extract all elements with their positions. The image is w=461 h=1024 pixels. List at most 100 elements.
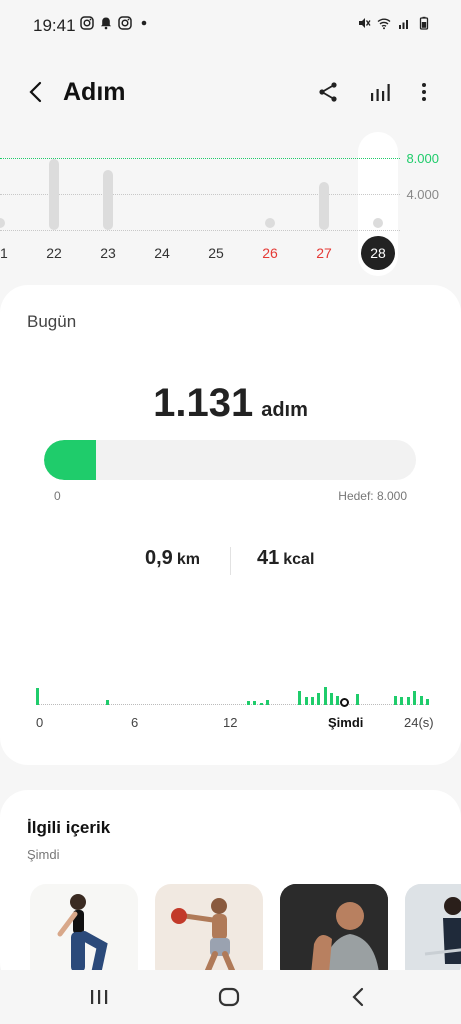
kettlebell-workout-photo[interactable] [155, 884, 263, 984]
week-day-bar [319, 182, 329, 230]
week-day-dot [265, 218, 275, 228]
app-bar: Adım [0, 62, 461, 122]
week-day-label: 22 [46, 245, 62, 261]
week-day-bar [103, 170, 113, 230]
hourly-bar [266, 700, 269, 705]
hourly-bar [253, 701, 256, 705]
hourly-bar [356, 694, 359, 705]
now-marker [340, 698, 349, 707]
week-day-label: 23 [100, 245, 116, 261]
back-button[interactable] [20, 76, 52, 108]
bar-chart-icon [371, 84, 390, 101]
calories-value: 41 [257, 547, 280, 569]
progress-goal-label: Hedef: 8.000 [338, 489, 407, 503]
hourly-bar [298, 691, 301, 705]
week-day-label: 24 [154, 245, 170, 261]
calories-unit: kcal [283, 551, 315, 568]
gym-athlete-photo[interactable] [280, 884, 388, 984]
week-day-label: 26 [262, 245, 278, 261]
nav-back-button[interactable] [343, 984, 373, 1010]
steps-summary: 1.131 adım [0, 381, 461, 426]
hour-label-6: 6 [131, 715, 139, 730]
dot-icon [141, 20, 147, 26]
hourly-bar [260, 703, 263, 705]
hourly-bar [36, 688, 39, 705]
hourly-bar [324, 687, 327, 705]
statistics-button[interactable] [364, 76, 396, 108]
hourly-bar [247, 701, 250, 705]
back-icon [352, 987, 364, 1007]
stats-row: 0,9 km 41 kcal [0, 547, 461, 577]
instagram-icon [118, 16, 132, 30]
week-day-24[interactable]: 24 [142, 130, 182, 270]
hourly-bar [330, 693, 333, 705]
hour-label-0: 0 [36, 715, 44, 730]
signal-icon [399, 20, 408, 29]
hour-label-12: 12 [223, 715, 238, 730]
home-icon [218, 987, 240, 1007]
hourly-bar [400, 697, 403, 705]
hour-label-24: 24(s) [404, 715, 434, 730]
hourly-bar [311, 697, 314, 705]
hourly-bar [394, 696, 397, 705]
distance-stat: 0,9 km [145, 547, 200, 570]
jogging-woman-photo[interactable] [405, 884, 461, 984]
steps-unit: adım [261, 399, 308, 421]
hourly-bar [420, 696, 423, 705]
status-time: 19:41 [33, 16, 76, 35]
hourly-bar [426, 699, 429, 705]
system-nav-bar [0, 970, 461, 1024]
week-day-22[interactable]: 22 [34, 130, 74, 270]
hourly-bar [317, 693, 320, 705]
share-icon [319, 82, 337, 102]
hourly-bar [413, 691, 416, 705]
week-day-23[interactable]: 23 [88, 130, 128, 270]
week-day-dot [373, 218, 383, 228]
week-day-26[interactable]: 26 [250, 130, 290, 270]
distance-unit: km [176, 551, 200, 568]
share-button[interactable] [312, 76, 344, 108]
axis-label-mid: 4.000 [406, 187, 439, 202]
page-title: Adım [63, 78, 126, 106]
distance-value: 0,9 [145, 547, 173, 569]
axis-label-goal: 8.000 [406, 151, 439, 166]
hourly-bar [106, 700, 109, 705]
today-card[interactable]: Bugün 1.131 adım 0 Hedef: 8.000 0,9 km 41 k… [0, 285, 461, 765]
related-subtitle: Şimdi [27, 847, 60, 862]
week-day-21[interactable]: 21 [0, 130, 20, 270]
progress-fill [44, 440, 97, 480]
stat-divider [230, 547, 231, 575]
hourly-bar [407, 697, 410, 705]
week-day-label: 25 [208, 245, 224, 261]
today-label: Bugün [27, 312, 77, 331]
mute-icon [359, 18, 371, 28]
progress-min-label: 0 [54, 489, 61, 503]
selected-day-badge[interactable]: 28 [361, 236, 395, 270]
week-day-27[interactable]: 27 [304, 130, 344, 270]
week-day-25[interactable]: 25 [196, 130, 236, 270]
hourly-bar [305, 697, 308, 705]
steps-value: 1.131 [153, 381, 254, 425]
week-day-dot [0, 218, 5, 228]
instagram-icon [80, 16, 94, 30]
status-bar: 19:41 [0, 0, 461, 50]
hour-label-now: Şimdi [328, 715, 364, 730]
week-day-label: 27 [316, 245, 332, 261]
progress-bar [44, 440, 416, 480]
more-icon [422, 83, 426, 101]
recents-icon [91, 990, 108, 1004]
hourly-baseline [36, 704, 428, 705]
calories-stat: 41 kcal [257, 547, 314, 570]
home-button[interactable] [214, 984, 244, 1010]
related-title: İlgili içerik [27, 818, 111, 837]
hourly-bar [336, 696, 339, 705]
hourly-steps-chart: 0 6 12 Şimdi 24(s) [0, 675, 461, 735]
more-options-button[interactable] [408, 76, 440, 108]
week-day-label: 21 [0, 245, 8, 261]
yoga-stretch-photo[interactable] [30, 884, 138, 984]
chevron-left-icon [29, 81, 42, 103]
battery-icon [419, 16, 429, 30]
selected-day-label: 28 [370, 245, 386, 261]
weekly-steps-chart: 8.000 4.000 21 22 23 24 25 26 27 28 [0, 130, 461, 280]
recents-button[interactable] [84, 984, 114, 1010]
